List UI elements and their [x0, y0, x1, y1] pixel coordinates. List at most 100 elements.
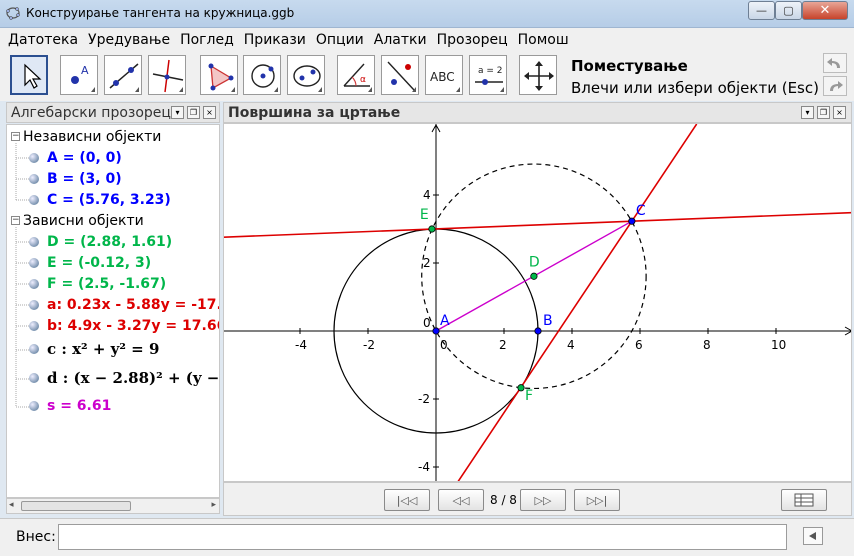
- close-button[interactable]: ✕: [802, 1, 848, 20]
- visibility-toggle-icon[interactable]: [29, 400, 39, 411]
- algebra-item-label: F = (2.5, -1.67): [47, 275, 167, 292]
- tool-reflect[interactable]: [381, 55, 419, 95]
- panel-undock-icon[interactable]: ❐: [817, 106, 830, 119]
- algebra-item-b[interactable]: b: 4.9x - 3.27y = 17.66: [29, 315, 219, 336]
- point-D[interactable]: [530, 272, 538, 280]
- point-A[interactable]: [432, 327, 440, 335]
- nav-first-button[interactable]: |◁◁: [384, 489, 430, 511]
- tool-slider-label: a = 2: [478, 66, 503, 76]
- point-E[interactable]: [428, 225, 436, 233]
- redo-button[interactable]: [823, 76, 847, 96]
- tool-text[interactable]: ABC: [425, 55, 463, 95]
- visibility-toggle-icon[interactable]: [29, 236, 39, 247]
- y-tick-label: 4: [423, 188, 431, 202]
- tool-conic[interactable]: [287, 55, 325, 95]
- algebra-item-D[interactable]: D = (2.88, 1.61): [29, 231, 172, 252]
- algebra-item-F[interactable]: F = (2.5, -1.67): [29, 273, 166, 294]
- algebra-item-c[interactable]: c : x² + y² = 9: [29, 338, 159, 359]
- x-tick-label: 4: [567, 338, 575, 352]
- tool-slider[interactable]: a = 2: [469, 55, 507, 95]
- y-tick-label: -2: [418, 392, 430, 406]
- line-b[interactable]: [457, 124, 698, 482]
- visibility-toggle-icon[interactable]: [29, 372, 39, 383]
- point-F[interactable]: [517, 384, 525, 392]
- independent-objects-header[interactable]: Независни објекти: [23, 126, 161, 147]
- algebra-item-d[interactable]: d : (x − 2.88)² + (y −: [29, 367, 219, 388]
- menu-view[interactable]: Поглед: [175, 32, 239, 48]
- input-bar: Внес:: [0, 518, 854, 556]
- dependent-objects-header[interactable]: Зависни објекти: [23, 210, 144, 231]
- algebra-item-s[interactable]: s = 6.61: [29, 395, 111, 416]
- minimize-button[interactable]: —: [748, 1, 775, 20]
- x-tick-label: 2: [499, 338, 507, 352]
- nav-next-button[interactable]: ▷▷: [520, 489, 566, 511]
- undo-button[interactable]: [823, 53, 847, 73]
- graphics-panel-title: Површина за цртање: [228, 105, 401, 121]
- panel-close-icon[interactable]: ×: [203, 106, 216, 119]
- nav-last-button[interactable]: ▷▷|: [574, 489, 620, 511]
- menu-options[interactable]: Опции: [311, 32, 369, 48]
- algebra-item-C[interactable]: C = (5.76, 3.23): [29, 189, 171, 210]
- collapse-independent-toggle[interactable]: −: [11, 132, 20, 141]
- visibility-toggle-icon[interactable]: [29, 152, 39, 163]
- point-B[interactable]: [534, 327, 542, 335]
- point-label-C: C: [636, 203, 646, 219]
- algebra-item-E[interactable]: E = (-0.12, 3): [29, 252, 151, 273]
- tool-circle-center-point[interactable]: [243, 55, 281, 95]
- panel-close-icon[interactable]: ×: [833, 106, 846, 119]
- menu-perspectives[interactable]: Прикази: [239, 32, 311, 48]
- tool-line[interactable]: [104, 55, 142, 95]
- point-C[interactable]: [628, 217, 636, 225]
- maximize-button[interactable]: ▢: [775, 1, 802, 20]
- construction-protocol-button[interactable]: [781, 489, 827, 511]
- input-help-button[interactable]: [803, 527, 823, 545]
- graphics-panel-header: Површина за цртање ▾ ❐ ×: [223, 102, 852, 123]
- y-tick-label: 2: [423, 256, 431, 270]
- nav-previous-button[interactable]: ◁◁: [438, 489, 484, 511]
- visibility-toggle-icon[interactable]: [29, 278, 39, 289]
- tool-polygon[interactable]: [200, 55, 238, 95]
- algebra-item-a[interactable]: a: 0.23x - 5.88y = -17.66: [29, 294, 219, 315]
- algebra-item-label: C = (5.76, 3.23): [47, 191, 171, 208]
- active-tool-name: Поместување: [571, 57, 688, 75]
- visibility-toggle-icon[interactable]: [29, 299, 39, 310]
- visibility-toggle-icon[interactable]: [29, 257, 39, 268]
- x-tick-label: -2: [363, 338, 375, 352]
- panel-menu-icon[interactable]: ▾: [801, 106, 814, 119]
- algebra-item-A[interactable]: A = (0, 0): [29, 147, 122, 168]
- tool-perpendicular[interactable]: [148, 55, 186, 95]
- panel-menu-icon[interactable]: ▾: [171, 106, 184, 119]
- scroll-left-icon[interactable]: ◂: [9, 500, 14, 510]
- collapse-dependent-toggle[interactable]: −: [11, 216, 20, 225]
- geometry-canvas[interactable]: -4 -2 0 2 4 6 8 10420-2-4 A BCDEF: [224, 124, 852, 482]
- input-label: Внес:: [16, 529, 56, 545]
- menu-help[interactable]: Помош: [513, 32, 574, 48]
- graphics-view[interactable]: -4 -2 0 2 4 6 8 10 4 2 0 -2 -4 ABCDEF: [223, 123, 852, 482]
- visibility-toggle-icon[interactable]: [29, 173, 39, 184]
- tool-angle[interactable]: α: [337, 55, 375, 95]
- menu-tools[interactable]: Алатки: [369, 32, 432, 48]
- line-a[interactable]: [224, 211, 852, 238]
- x-tick-label: 0: [440, 338, 448, 352]
- algebra-item-label: s = 6.61: [47, 397, 112, 414]
- independent-header-label: Независни објекти: [23, 128, 162, 145]
- visibility-toggle-icon[interactable]: [29, 320, 39, 331]
- dependent-header-label: Зависни објекти: [23, 212, 144, 229]
- command-input[interactable]: [58, 524, 787, 550]
- scroll-right-icon[interactable]: ▸: [211, 500, 216, 510]
- visibility-toggle-icon[interactable]: [29, 194, 39, 205]
- menu-window[interactable]: Прозорец: [432, 32, 513, 48]
- x-tick-label: 8: [703, 338, 711, 352]
- panel-undock-icon[interactable]: ❐: [187, 106, 200, 119]
- algebra-horizontal-scrollbar[interactable]: ◂ ▸: [6, 498, 220, 514]
- algebra-item-label: D = (2.88, 1.61): [47, 233, 173, 250]
- menu-file[interactable]: Датотека: [3, 32, 83, 48]
- algebra-item-B[interactable]: B = (3, 0): [29, 168, 122, 189]
- tool-move[interactable]: [10, 55, 48, 95]
- tool-point[interactable]: A: [60, 55, 98, 95]
- redo-icon: [830, 81, 843, 91]
- menu-edit[interactable]: Уредување: [83, 32, 175, 48]
- tool-move-graphics[interactable]: [519, 55, 557, 95]
- scrollbar-thumb[interactable]: [21, 501, 131, 511]
- visibility-toggle-icon[interactable]: [29, 343, 39, 354]
